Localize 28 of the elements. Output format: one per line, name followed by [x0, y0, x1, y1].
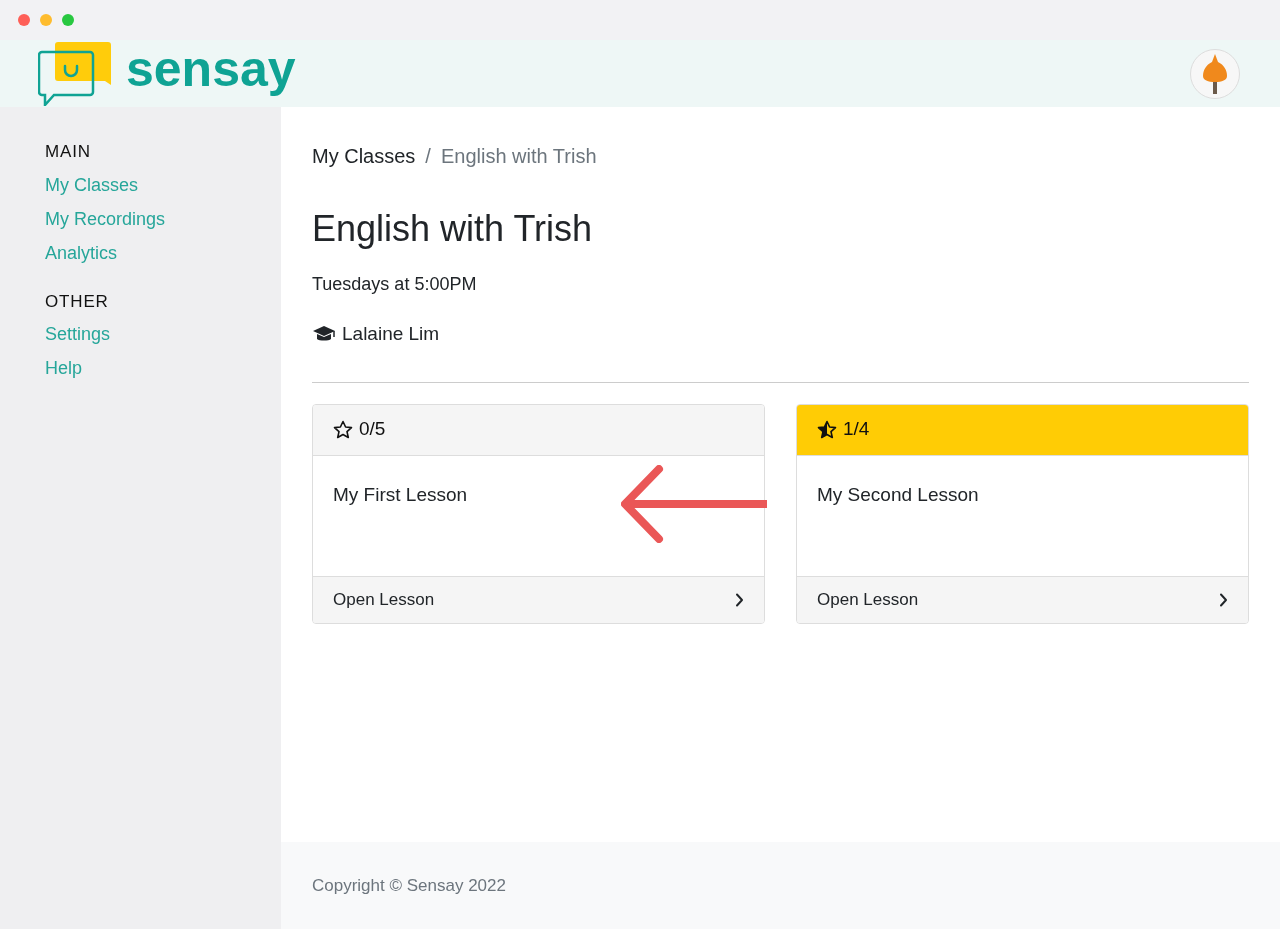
sidebar-link[interactable]: My Recordings — [45, 205, 166, 233]
sidebar-heading: OTHER — [45, 290, 110, 313]
open-lesson-link[interactable]: Open Lesson — [797, 575, 1248, 623]
lesson-score: 1/4 — [843, 417, 870, 442]
chevron-right-icon — [1219, 592, 1228, 607]
sidebar-heading: MAIN — [45, 141, 92, 163]
lesson-score: 0/5 — [359, 417, 386, 442]
half-star-icon — [817, 420, 837, 439]
star-outline-icon — [333, 420, 353, 439]
logo-text: sensay — [126, 43, 296, 94]
breadcrumb-current: English with Trish — [440, 144, 597, 169]
sidebar-link[interactable]: Settings — [45, 321, 111, 348]
chat-bubbles-logo-icon — [38, 41, 112, 106]
lesson-title: My First Lesson — [333, 482, 468, 507]
teacher-name: Lalaine Lim — [342, 322, 440, 346]
chevron-right-icon — [735, 592, 744, 607]
class-schedule: Tuesdays at 5:00PM — [312, 273, 478, 296]
avatar-character-icon — [1202, 53, 1228, 94]
lesson-title: My Second Lesson — [817, 482, 979, 507]
sidebar-link[interactable]: My Classes — [45, 171, 138, 199]
footer-copyright: Copyright © Sensay 2022 — [281, 842, 1280, 929]
breadcrumb-link[interactable]: My Classes — [312, 141, 416, 171]
breadcrumb-separator: / — [425, 144, 431, 169]
sidebar-link[interactable]: Analytics — [45, 239, 118, 267]
open-lesson-link[interactable]: Open Lesson — [313, 575, 764, 623]
class-title: English with Trish — [312, 211, 594, 247]
user-avatar[interactable] — [1190, 48, 1240, 99]
sidebar-link[interactable]: Help — [45, 355, 83, 382]
